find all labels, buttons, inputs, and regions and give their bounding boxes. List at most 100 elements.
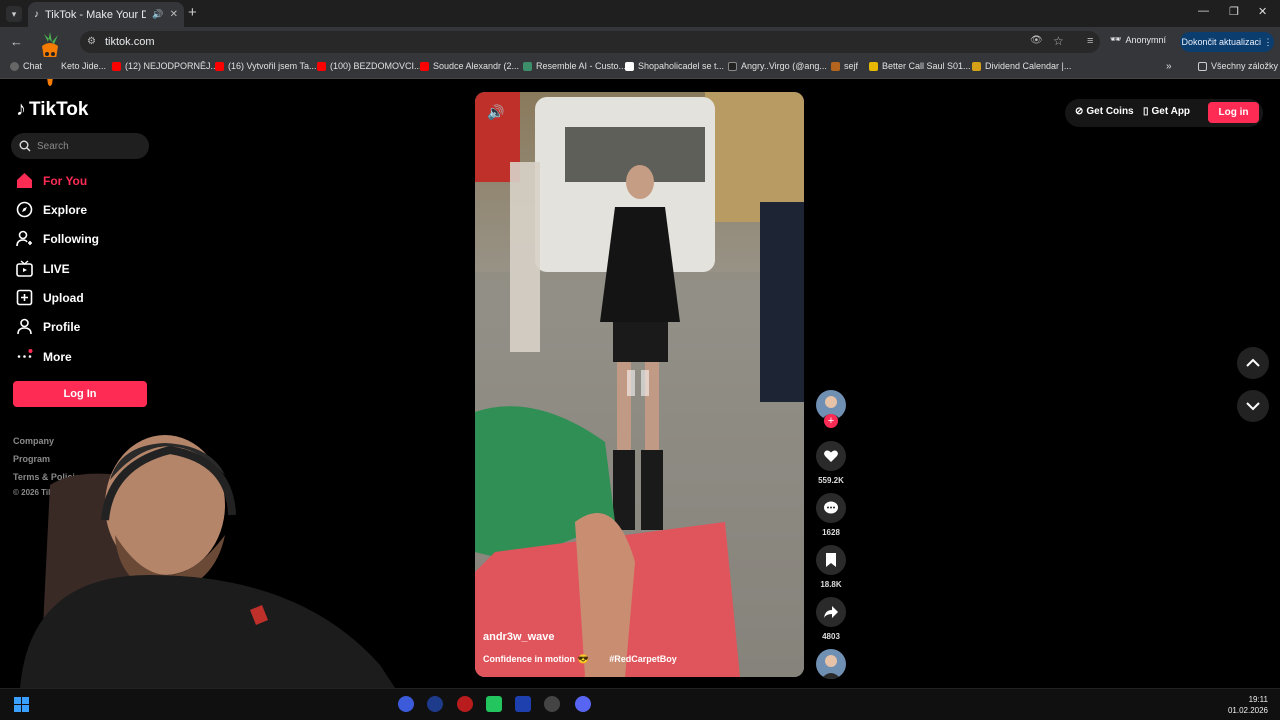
- webcam-overlay: [0, 425, 395, 688]
- app-icon-1[interactable]: [398, 696, 414, 712]
- top-login-label: Log in: [1218, 107, 1249, 118]
- next-video-button[interactable]: [1237, 390, 1269, 422]
- bookmark-item[interactable]: Shopaholicadel se t...: [625, 61, 724, 71]
- bookmark-item[interactable]: Chat: [10, 61, 42, 71]
- bookmark-item[interactable]: Better Call Saul S01...: [869, 61, 971, 71]
- tab-search-button[interactable]: ▾: [6, 6, 22, 22]
- more-bookmarks-icon[interactable]: »: [1166, 61, 1172, 72]
- search-icon: [19, 140, 31, 152]
- site-info-icon[interactable]: ⚙: [87, 36, 96, 47]
- bookmark-item[interactable]: (12) NEJODPORNĚJ...: [112, 61, 218, 71]
- pause-icon[interactable]: [627, 370, 651, 396]
- active-tab[interactable]: ♪ TikTok - Make Your Day 🔊 ✕: [28, 2, 184, 27]
- back-arrow-icon[interactable]: ←: [10, 34, 23, 49]
- nav-live[interactable]: LIVE: [16, 260, 70, 277]
- search-placeholder: Search: [37, 140, 69, 152]
- nav-for-you[interactable]: For You: [16, 172, 87, 189]
- nav-profile[interactable]: Profile: [16, 318, 80, 335]
- steam-icon[interactable]: [515, 696, 531, 712]
- like-button[interactable]: [816, 441, 846, 471]
- nav-more[interactable]: More: [16, 348, 72, 365]
- get-coins-label: Get Coins: [1086, 106, 1134, 117]
- nav-explore[interactable]: Explore: [16, 201, 87, 218]
- bookmark-label: Better Call Saul S01...: [882, 61, 971, 71]
- update-button[interactable]: Dokončit aktualizaci ⋮: [1180, 32, 1274, 52]
- tiktok-favicon-icon: ♪: [34, 9, 39, 20]
- comment-button[interactable]: [816, 493, 846, 523]
- music-disc[interactable]: [816, 649, 846, 679]
- bookmark-item[interactable]: Keto Jide...: [61, 61, 106, 71]
- discord-icon[interactable]: [575, 696, 591, 712]
- get-coins-button[interactable]: ⊘ Get Coins: [1075, 106, 1134, 117]
- app-icon-2[interactable]: [427, 696, 443, 712]
- profile-icon: [16, 318, 33, 335]
- bookmark-star-icon[interactable]: ☆: [1053, 34, 1064, 48]
- search-input[interactable]: Search: [11, 133, 149, 159]
- resemble-icon: [523, 61, 532, 71]
- clock-date: 01.02.2026: [1227, 706, 1268, 715]
- save-count: 18.8K: [820, 580, 842, 589]
- chevron-down-icon: [1246, 402, 1260, 411]
- sidebar-login-button[interactable]: Log In: [13, 381, 147, 407]
- tiktok-logo[interactable]: ♪ TikTok: [16, 98, 88, 121]
- notepad-icon[interactable]: [486, 696, 502, 712]
- chrome-icon[interactable]: [544, 696, 560, 712]
- caption-text: Confidence in motion 😎: [483, 654, 589, 664]
- dividend-icon: [972, 61, 981, 71]
- upload-icon: [16, 289, 33, 306]
- nav-label: Following: [43, 231, 99, 246]
- bookmark-item[interactable]: Soudce Alexandr (2...: [420, 61, 519, 71]
- follow-plus-icon[interactable]: +: [824, 414, 838, 428]
- nav-label: LIVE: [43, 261, 70, 276]
- bookmark-label: Shopaholicadel se t...: [638, 61, 725, 71]
- bookmark-label: (12) NEJODPORNĚJ...: [125, 61, 219, 71]
- bookmark-icon: [826, 553, 836, 567]
- bookmark-item[interactable]: Angry..Virgo (@ang...: [728, 61, 827, 71]
- logo-text: TikTok: [29, 98, 89, 120]
- tiktok-icon: [728, 61, 737, 71]
- bookmark-item[interactable]: (100) BEZDOMOVCI...: [317, 61, 422, 71]
- eye-off-icon[interactable]: 👁: [1030, 35, 1043, 46]
- bookmark-item[interactable]: (16) Vytvořil jsem Ta...: [215, 61, 317, 71]
- bookmark-item[interactable]: Dividend Calendar |...: [972, 61, 1071, 71]
- save-button[interactable]: [816, 545, 846, 575]
- youtube-icon: [420, 61, 429, 71]
- close-window-icon[interactable]: ✕: [1258, 5, 1267, 18]
- close-tab-icon[interactable]: ✕: [170, 9, 178, 20]
- incognito-profile[interactable]: 🕶 Anonymní: [1110, 34, 1166, 45]
- chevron-up-icon: [1246, 358, 1260, 367]
- login-label: Log In: [63, 388, 97, 400]
- following-icon: [16, 230, 33, 247]
- play-icon: [869, 61, 878, 71]
- windows-start-icon[interactable]: [14, 697, 29, 712]
- hashtag-link[interactable]: #RedCarpetBoy: [609, 654, 677, 664]
- nav-upload[interactable]: Upload: [16, 289, 84, 306]
- top-login-button[interactable]: Log in: [1208, 102, 1259, 123]
- video-player[interactable]: 🔊: [475, 92, 804, 677]
- app-icon-3[interactable]: [457, 696, 473, 712]
- previous-video-button[interactable]: [1237, 347, 1269, 379]
- new-tab-button[interactable]: +: [188, 4, 197, 21]
- video-author[interactable]: andr3w_wave: [483, 631, 555, 643]
- bookmark-label: (16) Vytvořil jsem Ta...: [228, 61, 317, 71]
- url-text: tiktok.com: [105, 36, 155, 48]
- nav-label: Profile: [43, 319, 81, 334]
- get-app-button[interactable]: ▯ Get App: [1143, 106, 1190, 117]
- bookmark-item[interactable]: Resemble AI - Custo...: [523, 61, 626, 71]
- volume-icon[interactable]: 🔊: [487, 104, 504, 121]
- restore-icon[interactable]: ❐: [1229, 5, 1239, 18]
- share-button[interactable]: [816, 597, 846, 627]
- address-bar[interactable]: tiktok.com: [80, 31, 1100, 53]
- home-icon: [16, 172, 33, 189]
- minimize-icon[interactable]: —: [1198, 5, 1209, 17]
- youtube-icon: [317, 61, 326, 71]
- nav-following[interactable]: Following: [16, 230, 99, 247]
- compass-icon: [16, 201, 33, 218]
- all-bookmarks-folder[interactable]: Všechny záložky: [1198, 61, 1278, 71]
- reading-list-icon[interactable]: ≡: [1087, 35, 1093, 47]
- mute-tab-icon[interactable]: 🔊: [152, 9, 163, 20]
- system-clock[interactable]: 19:11 01.02.2026: [1222, 694, 1268, 716]
- bookmark-item[interactable]: sejf: [831, 61, 858, 71]
- nav-label: For You: [43, 173, 88, 188]
- windows-taskbar: [0, 688, 1280, 720]
